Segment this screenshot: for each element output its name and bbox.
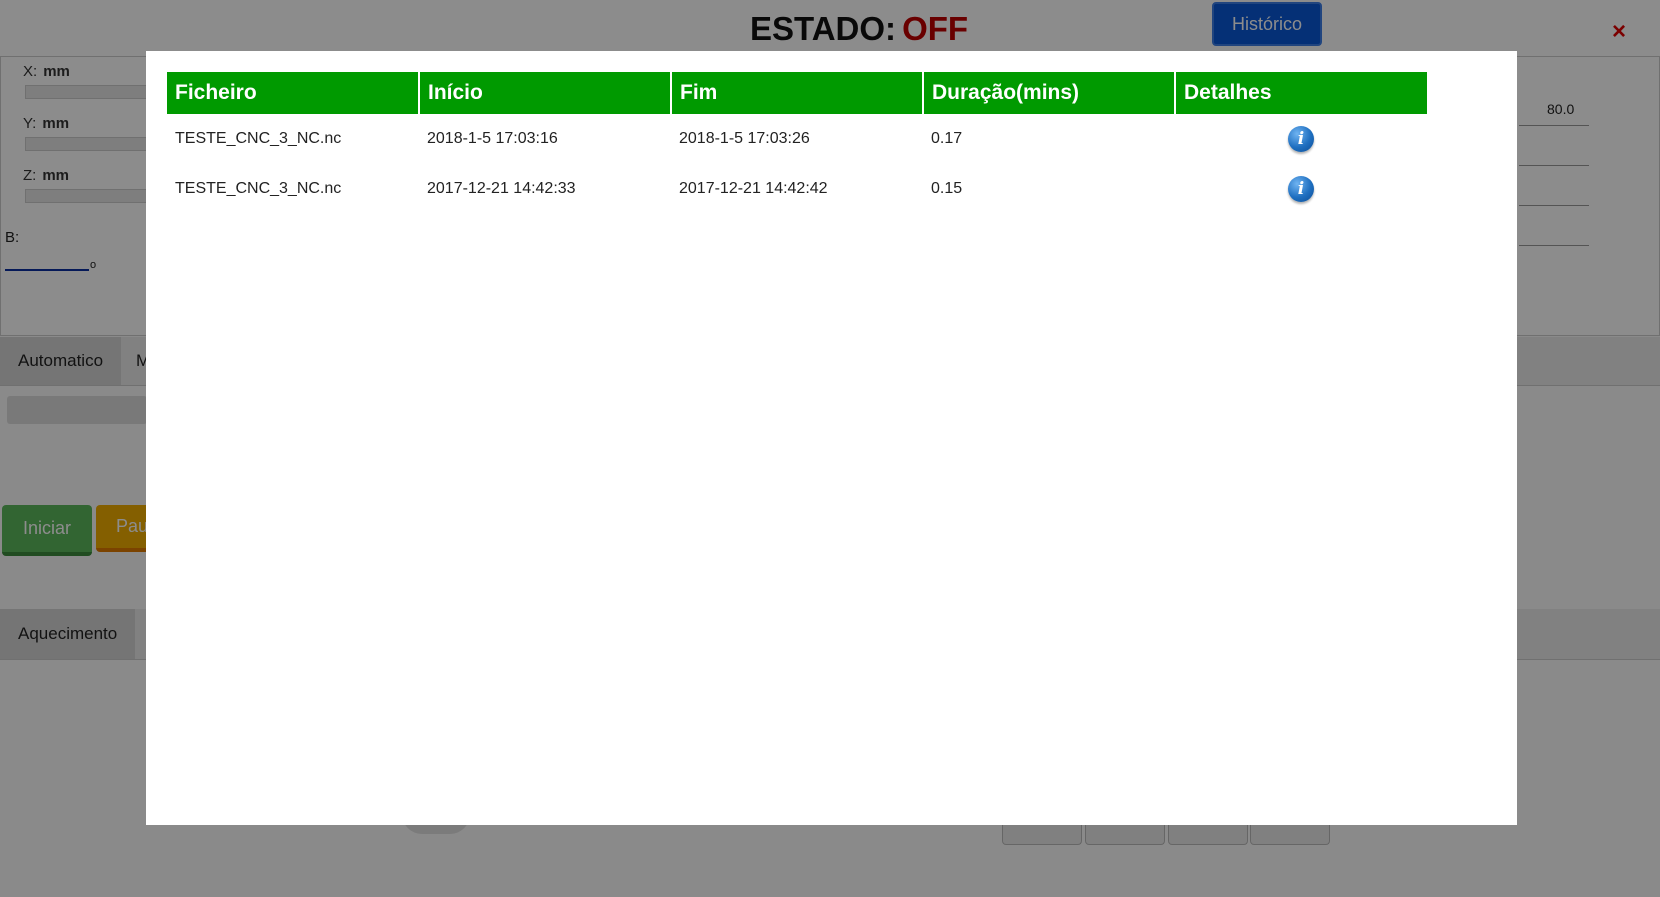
column-header-inicio: Início (418, 72, 671, 114)
table-row: TESTE_CNC_3_NC.nc 2018-1-5 17:03:16 2018… (167, 114, 1427, 164)
history-header-row: Ficheiro Início Fim Duração(mins) Detalh… (167, 72, 1427, 114)
cell-duracao: 0.15 (931, 180, 963, 197)
table-row: TESTE_CNC_3_NC.nc 2017-12-21 14:42:33 20… (167, 164, 1427, 214)
cell-duracao: 0.17 (931, 130, 963, 147)
cell-inicio: 2017-12-21 14:42:33 (427, 180, 576, 197)
column-header-fim: Fim (670, 72, 923, 114)
cell-ficheiro: TESTE_CNC_3_NC.nc (175, 130, 342, 147)
info-icon[interactable]: i (1288, 176, 1314, 202)
cell-fim: 2017-12-21 14:42:42 (679, 180, 828, 197)
column-header-detalhes: Detalhes (1174, 72, 1427, 114)
cell-detalhes: i (1175, 114, 1427, 164)
cell-inicio: 2018-1-5 17:03:16 (427, 130, 558, 147)
column-header-duracao: Duração(mins) (922, 72, 1175, 114)
cell-detalhes: i (1175, 164, 1427, 214)
cell-ficheiro: TESTE_CNC_3_NC.nc (175, 180, 342, 197)
history-modal: Ficheiro Início Fim Duração(mins) Detalh… (146, 51, 1517, 825)
history-table: Ficheiro Início Fim Duração(mins) Detalh… (167, 72, 1427, 214)
cell-fim: 2018-1-5 17:03:26 (679, 130, 810, 147)
info-icon[interactable]: i (1288, 126, 1314, 152)
column-header-ficheiro: Ficheiro (167, 72, 419, 114)
